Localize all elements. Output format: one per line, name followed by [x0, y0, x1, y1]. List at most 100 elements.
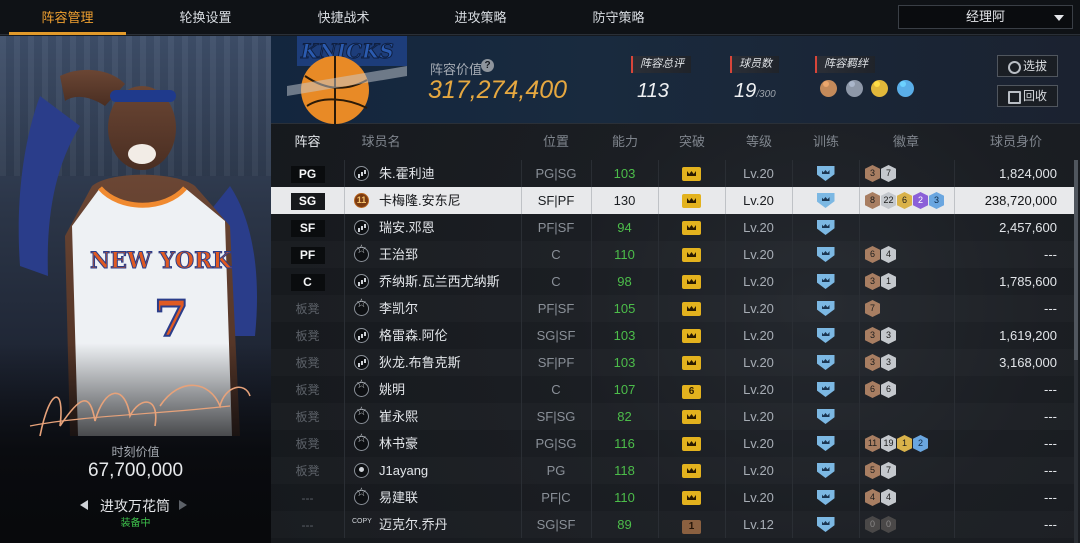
breakthrough-cell[interactable] [658, 322, 725, 349]
training-cell[interactable] [792, 214, 859, 241]
breakthrough-cell[interactable] [658, 160, 725, 187]
tab-quick-tactics[interactable]: 快捷战术 [281, 0, 406, 35]
training-cell[interactable] [792, 430, 859, 457]
badges-cell[interactable]: 44 [865, 484, 897, 511]
breakthrough-cell[interactable] [658, 268, 725, 295]
breakthrough-cell[interactable] [658, 295, 725, 322]
table-row[interactable]: 板凳姚明C1076Lv.2066--- [271, 376, 1075, 403]
player-name[interactable]: 王治郅 [379, 241, 418, 268]
player-name[interactable]: 迈克尔.乔丹 [379, 511, 448, 538]
player-name[interactable]: 瑞安.邓恩 [379, 214, 435, 241]
column-header-badges[interactable]: 徽章 [861, 124, 951, 160]
table-row[interactable]: C 乔纳斯.瓦兰西尤纳斯 C 98 Lv.20 3 1 1,785,600 [271, 268, 1075, 295]
synergy-people-icon[interactable] [871, 80, 889, 97]
player-name[interactable]: 卡梅隆.安东尼 [379, 187, 461, 214]
breakthrough-cell[interactable] [658, 187, 725, 214]
player-name[interactable]: 乔纳斯.瓦兰西尤纳斯 [379, 268, 500, 295]
column-header-level[interactable]: 等级 [727, 124, 791, 160]
tab-rotation-settings[interactable]: 轮换设置 [143, 0, 268, 35]
help-icon[interactable]: ? [481, 59, 494, 72]
synergy-people-icon[interactable] [896, 80, 914, 97]
badges-cell[interactable]: 66 [865, 376, 897, 403]
training-cell[interactable] [792, 160, 859, 187]
badges-cell[interactable]: 7 [865, 295, 881, 322]
training-cell[interactable] [792, 187, 859, 214]
training-cell[interactable] [792, 241, 859, 268]
column-header-ability[interactable]: 能力 [593, 124, 657, 160]
lineup-slot-cell[interactable]: SG [271, 187, 344, 214]
column-header-breakthrough[interactable]: 突破 [660, 124, 724, 160]
lineup-slot-cell[interactable]: PF [271, 241, 344, 268]
previous-skill-arrow-icon[interactable] [80, 500, 88, 510]
table-row[interactable]: SF 瑞安.邓恩 PF|SF 94 Lv.20 2,457,600 [271, 214, 1075, 241]
breakthrough-cell[interactable] [658, 241, 725, 268]
tab-lineup-management[interactable]: 阵容管理 [5, 0, 130, 35]
training-cell[interactable] [792, 322, 859, 349]
breakthrough-cell[interactable] [658, 214, 725, 241]
table-row[interactable]: PF 王治郅 C 110 Lv.20 64 --- [271, 241, 1075, 268]
training-cell[interactable] [792, 268, 859, 295]
lineup-slot-cell[interactable]: 板凳 [271, 322, 344, 349]
table-row[interactable]: --- 易建联 PF|C 110 Lv.20 44 --- [271, 484, 1075, 511]
lineup-slot-cell[interactable]: 板凳 [271, 457, 344, 484]
scout-button[interactable]: 选拔 [997, 55, 1058, 77]
column-header-lineup[interactable]: 阵容 [271, 124, 344, 160]
badges-cell[interactable]: 64 [865, 241, 897, 268]
skill-name[interactable]: 进攻万花筒 [100, 496, 170, 516]
column-header-player-value[interactable]: 球员身价 [957, 124, 1075, 160]
training-cell[interactable] [792, 403, 859, 430]
breakthrough-cell[interactable] [658, 484, 725, 511]
scrollbar-thumb[interactable] [1074, 160, 1078, 360]
table-row[interactable]: 板凳 J1ayang PG 118 Lv.20 5 7 --- [271, 457, 1075, 484]
lineup-slot-cell[interactable]: C [271, 268, 344, 295]
player-name[interactable]: 狄龙.布鲁克斯 [379, 349, 461, 376]
training-cell[interactable] [792, 457, 859, 484]
manager-dropdown[interactable]: 经理阿 [898, 5, 1073, 29]
lineup-slot-cell[interactable]: 板凳 [271, 376, 344, 403]
player-name[interactable]: J1ayang [379, 457, 428, 484]
next-skill-arrow-icon[interactable] [179, 500, 187, 510]
badges-cell[interactable]: 57 [865, 457, 897, 484]
badges-cell[interactable]: 11 19 1 2 [865, 430, 929, 457]
lineup-slot-cell[interactable]: --- [271, 484, 344, 511]
tab-defense-strategy[interactable]: 防守策略 [556, 0, 681, 35]
training-cell[interactable] [792, 349, 859, 376]
synergy-people-icon[interactable] [845, 80, 863, 97]
training-cell[interactable] [792, 295, 859, 322]
badges-cell[interactable]: 33 [865, 322, 897, 349]
lineup-slot-cell[interactable]: 板凳 [271, 349, 344, 376]
player-name[interactable]: 朱.霍利迪 [379, 160, 435, 187]
table-row[interactable]: 板凳 李凯尔 PF|SF 105 Lv.20 7 --- [271, 295, 1075, 322]
synergy-icons[interactable] [820, 80, 919, 102]
badges-cell[interactable]: 8 22 6 2 3 [865, 187, 945, 214]
player-card-panel[interactable]: NEW YORK 7 时刻价值 67,700,000 进攻万花筒 装备中 [0, 36, 271, 543]
lineup-slot-cell[interactable]: --- [271, 511, 344, 538]
player-name[interactable]: 崔永熙 [379, 403, 418, 430]
badges-cell[interactable]: 33 [865, 349, 897, 376]
training-cell[interactable] [792, 376, 859, 403]
breakthrough-cell[interactable] [658, 430, 725, 457]
training-cell[interactable] [792, 511, 859, 538]
player-name[interactable]: 易建联 [379, 484, 418, 511]
lineup-slot-cell[interactable]: 板凳 [271, 430, 344, 457]
column-header-position[interactable]: 位置 [521, 124, 591, 160]
player-name[interactable]: 林书豪 [379, 430, 418, 457]
tab-offense-strategy[interactable]: 进攻策略 [418, 0, 543, 35]
table-row[interactable]: PG 朱.霍利迪 PG|SG 103 Lv.20 3 7 1,824,000 [271, 160, 1075, 187]
lineup-slot-cell[interactable]: 板凳 [271, 403, 344, 430]
column-header-training[interactable]: 训练 [794, 124, 858, 160]
badges-cell[interactable]: 31 [865, 268, 897, 295]
player-name[interactable]: 姚明 [379, 376, 405, 403]
breakthrough-cell[interactable]: 6 [658, 376, 725, 403]
column-header-player-name[interactable]: 球员名 [351, 124, 411, 160]
breakthrough-cell[interactable] [658, 457, 725, 484]
lineup-slot-cell[interactable]: SF [271, 214, 344, 241]
recall-button[interactable]: 回收 [997, 85, 1058, 107]
lineup-slot-cell[interactable]: 板凳 [271, 295, 344, 322]
training-cell[interactable] [792, 484, 859, 511]
table-row[interactable]: --- 迈克尔.乔丹 SG|SF 89 1 Lv.12 0 0 --- [271, 511, 1075, 538]
table-row[interactable]: 板凳 格雷森.阿伦 SG|SF 103 Lv.20 3 3 1,619,200 [271, 322, 1075, 349]
badges-cell[interactable]: 00 [865, 511, 897, 538]
table-row[interactable]: 板凳 林书豪 PG|SG 116 Lv.20 111912 --- [271, 430, 1075, 457]
player-name[interactable]: 李凯尔 [379, 295, 418, 322]
